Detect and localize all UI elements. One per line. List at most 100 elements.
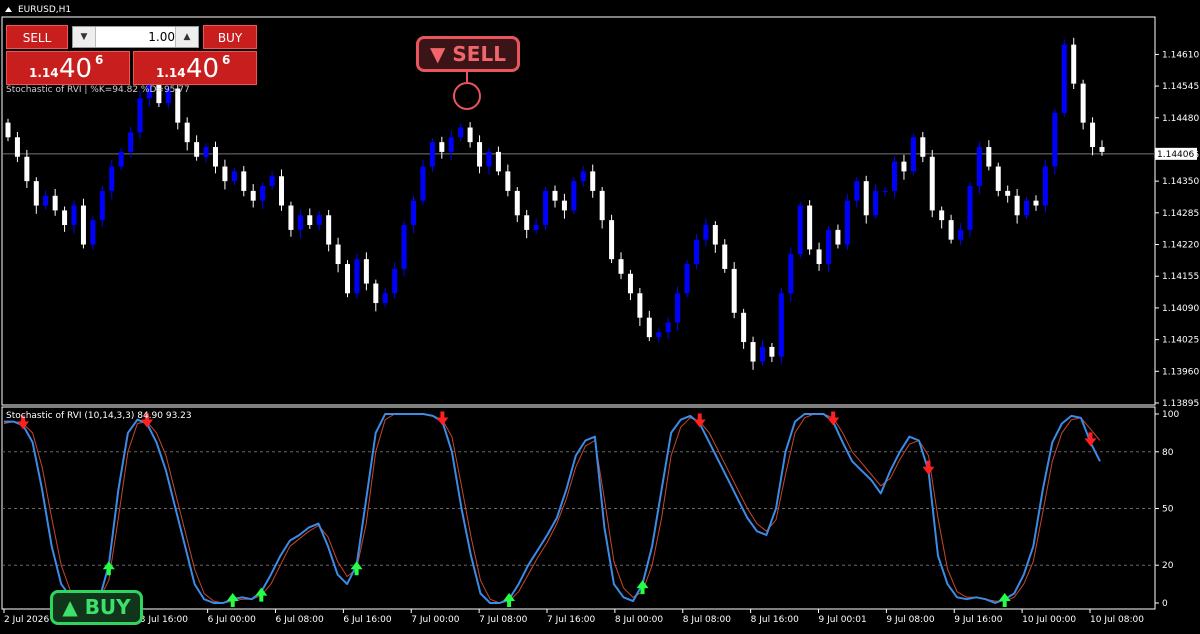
buy-quote[interactable]: 1.14 40 6 — [133, 51, 257, 85]
chart-canvas[interactable]: 1.146101.145451.144801.144051.143501.142… — [0, 0, 1200, 630]
price-tick-label: 1.14610 — [1162, 50, 1199, 60]
time-tick-label: 8 Jul 08:00 — [683, 615, 732, 625]
candle-body — [288, 205, 294, 230]
price-tick-label: 1.13960 — [1162, 367, 1199, 377]
candle-body — [1099, 147, 1105, 152]
candle-body — [279, 176, 284, 206]
time-tick-label: 6 Jul 00:00 — [208, 615, 257, 625]
candle-body — [222, 166, 228, 182]
candle-body — [14, 137, 20, 157]
candle-body — [128, 132, 134, 152]
candle-body — [212, 147, 218, 167]
price-tick-label: 1.14350 — [1162, 177, 1199, 187]
candle-body — [637, 293, 643, 318]
candle-body — [807, 205, 813, 250]
candle-body — [1033, 200, 1039, 206]
candle-body — [1024, 200, 1030, 216]
candle-body — [873, 190, 879, 216]
candle-body — [788, 254, 794, 294]
lot-stepper[interactable]: ▼ ▲ — [72, 26, 199, 48]
sell-quote[interactable]: 1.14 40 6 — [6, 51, 130, 85]
indicator-overlay-text: Stochastic of RVI | %K=94.82 %D=95.77 — [6, 85, 190, 95]
candle-body — [995, 166, 1001, 191]
candle-body — [477, 142, 483, 167]
candle-body — [495, 151, 501, 172]
candle-body — [882, 190, 888, 192]
symbol-label: EURUSD,H1 — [18, 5, 71, 15]
candle-body — [750, 342, 756, 362]
candle-body — [741, 312, 747, 343]
candle-body — [684, 264, 690, 294]
candle-body — [5, 122, 11, 138]
chevron-down-icon[interactable]: ▼ — [73, 27, 96, 47]
price-tick-label: 1.14155 — [1162, 272, 1199, 282]
candle-body — [759, 346, 765, 362]
circle-highlight-icon — [453, 82, 481, 110]
candle-body — [33, 181, 39, 206]
candle-body — [260, 186, 266, 201]
candle-body — [335, 244, 341, 265]
buy-button[interactable]: BUY — [203, 25, 257, 49]
candle-body — [939, 210, 945, 221]
candle-body — [62, 210, 68, 226]
sell-quote-frac: 6 — [95, 53, 104, 67]
candle-body — [571, 181, 577, 211]
candle-body — [345, 264, 351, 294]
candle-body — [769, 346, 775, 357]
candle-body — [665, 322, 671, 333]
lot-size-input[interactable] — [97, 28, 175, 46]
candle-body — [901, 161, 907, 172]
candle-body — [486, 151, 492, 167]
candle-body — [854, 181, 860, 201]
candle-body — [514, 190, 520, 216]
candle-body — [797, 205, 803, 255]
candle-body — [52, 195, 58, 211]
sell-badge-pointer — [466, 72, 468, 82]
time-tick-label: 2 Jul 2026 — [4, 615, 49, 625]
candle-body — [703, 225, 709, 240]
sell-button[interactable]: SELL — [6, 25, 68, 49]
candle-body — [1042, 166, 1048, 206]
time-tick-label: 9 Jul 16:00 — [954, 615, 1003, 625]
time-tick-label: 8 Jul 16:00 — [751, 615, 800, 625]
candle-body — [411, 200, 417, 226]
candle-body — [1052, 112, 1058, 167]
chevron-up-icon[interactable]: ▲ — [175, 27, 198, 47]
sell-quote-big: 1.14 — [29, 66, 59, 80]
candle-body — [448, 137, 454, 152]
candle-body — [863, 181, 869, 216]
price-tick-label: 1.14285 — [1162, 209, 1199, 219]
candle-body — [316, 215, 322, 226]
candle-body — [307, 215, 313, 226]
candle-body — [722, 244, 728, 269]
time-tick-label: 7 Jul 00:00 — [411, 615, 460, 625]
price-tick-label: 1.13895 — [1162, 399, 1199, 409]
candle-body — [844, 200, 850, 245]
time-tick-label: 6 Jul 16:00 — [343, 615, 392, 625]
candle-body — [24, 156, 30, 182]
candle-body — [354, 259, 360, 294]
buy-quote-big: 1.14 — [156, 66, 186, 80]
time-tick-label: 10 Jul 08:00 — [1090, 615, 1144, 625]
candle-body — [194, 142, 200, 157]
candle-body — [958, 229, 964, 240]
osc-tick-label: 0 — [1162, 599, 1168, 609]
candle-body — [297, 215, 303, 230]
current-price-label: 1.14406 — [1157, 150, 1194, 160]
candle-body — [71, 205, 77, 226]
candle-body — [250, 190, 256, 201]
candle-body — [627, 273, 633, 294]
price-tick-label: 1.14545 — [1162, 82, 1199, 92]
candle-body — [439, 142, 445, 152]
buy-quote-pips: 40 — [186, 54, 220, 84]
candle-body — [109, 166, 115, 191]
time-tick-label: 6 Jul 08:00 — [276, 615, 325, 625]
candle-body — [1061, 44, 1067, 113]
time-tick-label: 7 Jul 16:00 — [547, 615, 596, 625]
candle-body — [505, 171, 511, 191]
candle-body — [552, 190, 558, 201]
candle-body — [967, 186, 973, 230]
candle-body — [892, 161, 898, 191]
price-tick-label: 1.14025 — [1162, 336, 1199, 346]
candle-body — [231, 171, 237, 182]
